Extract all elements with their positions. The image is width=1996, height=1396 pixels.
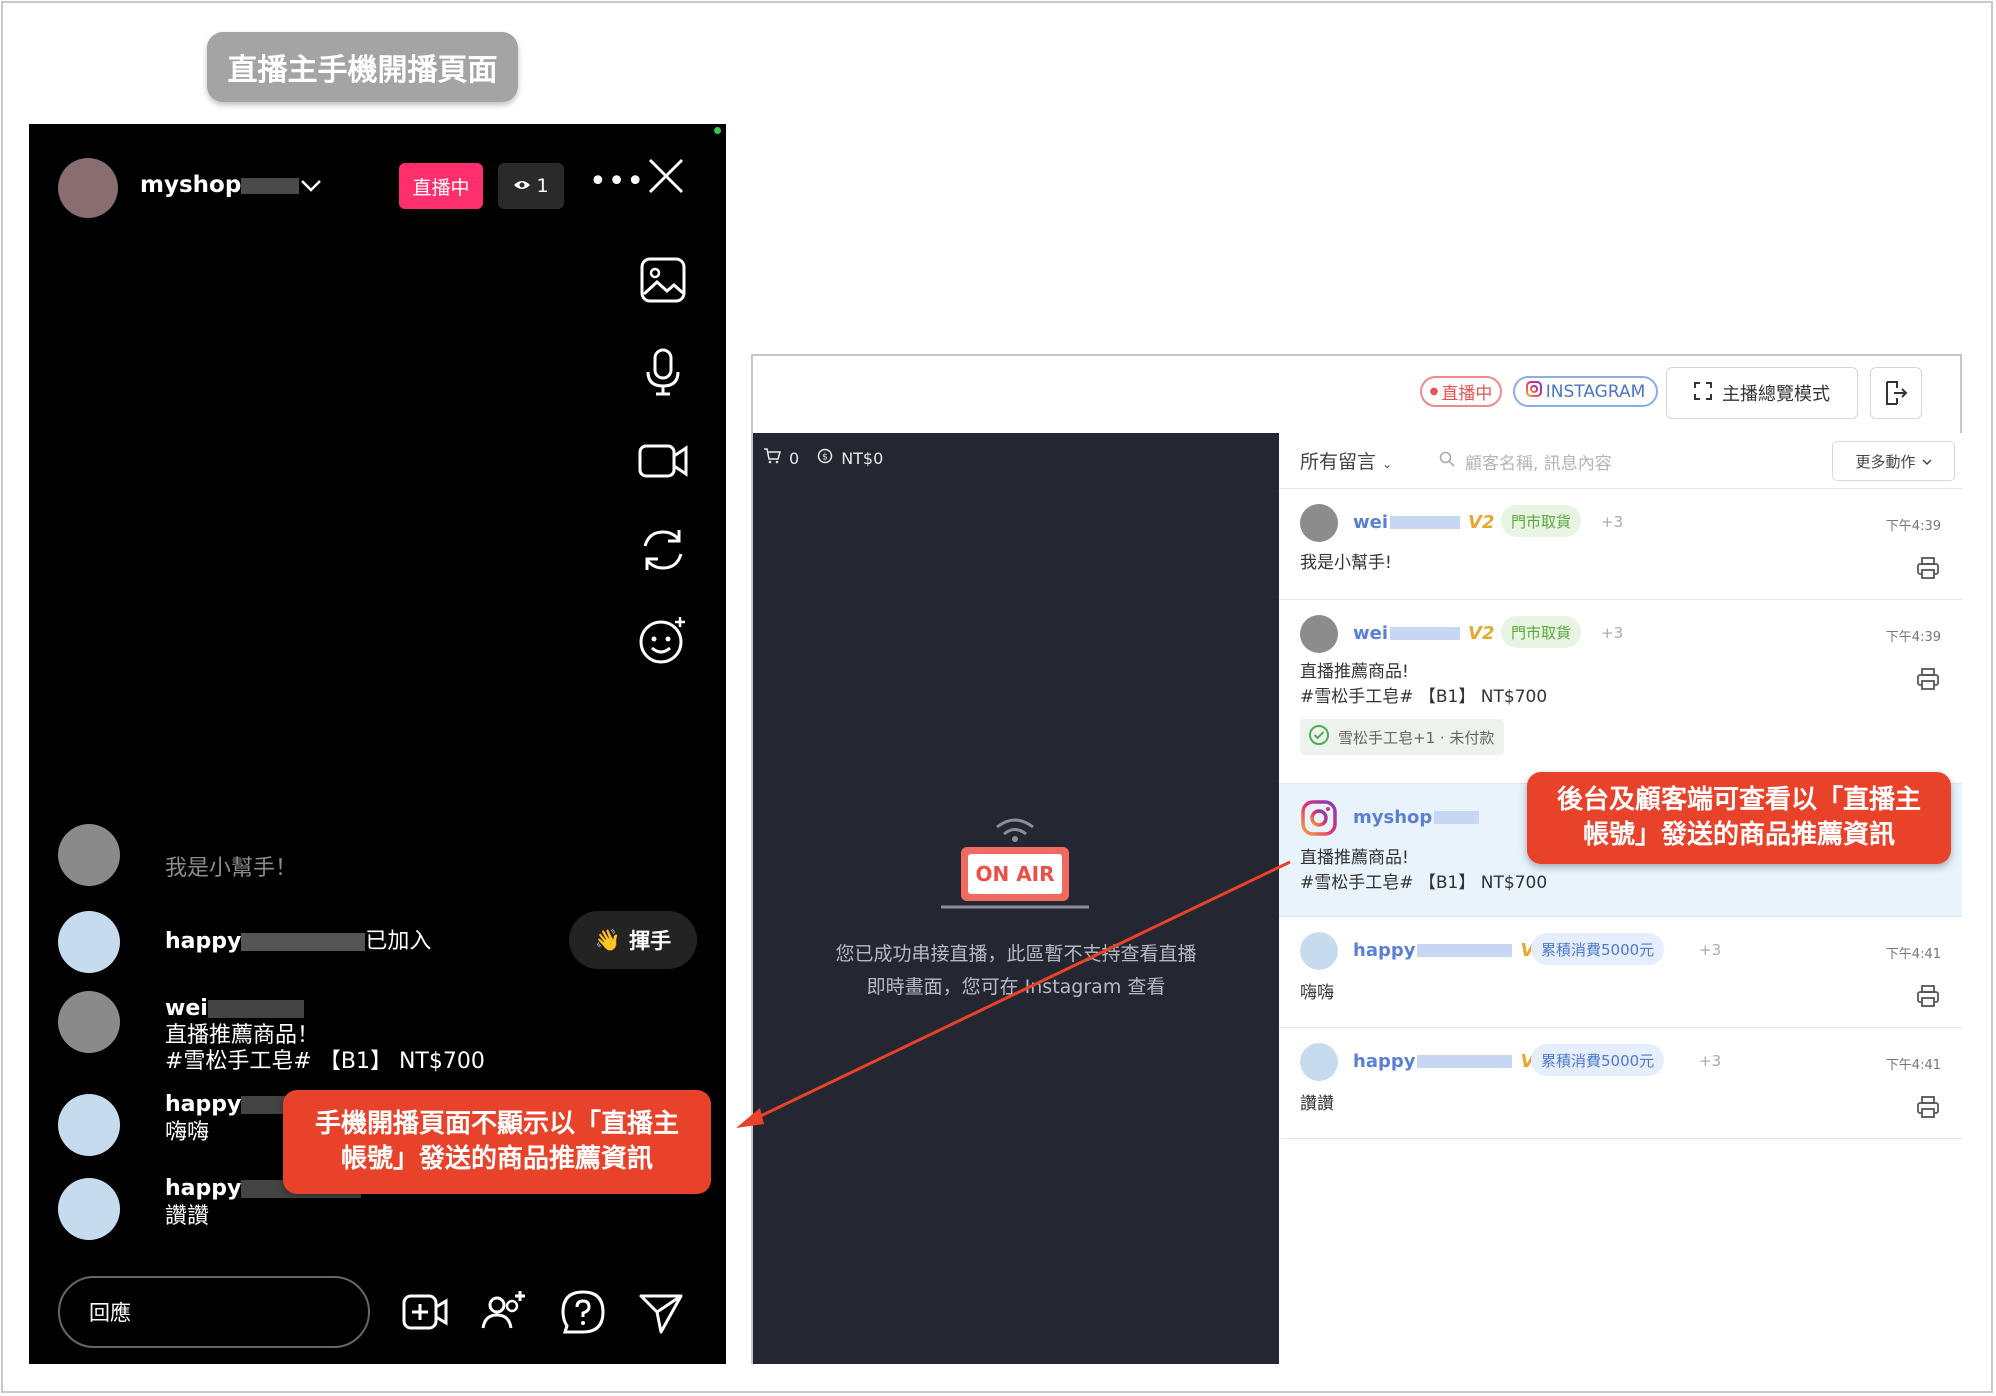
callout-backend-note: 後台及顧客端可查看以「直播主 帳號」發送的商品推薦資訊 (1527, 772, 1951, 864)
callout-phone-note: 手機開播頁面不顯示以「直播主 帳號」發送的商品推薦資訊 (283, 1090, 711, 1194)
